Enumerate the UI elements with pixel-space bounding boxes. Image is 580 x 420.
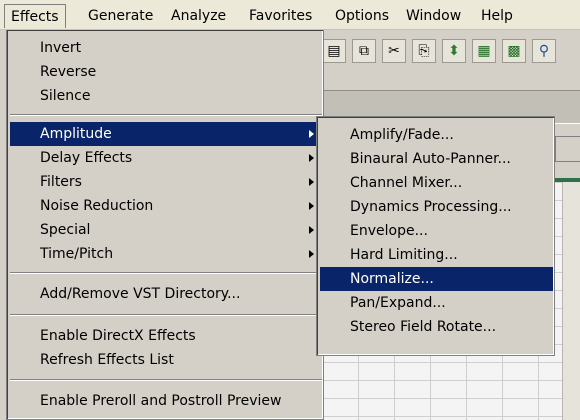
menu-item-special[interactable]: Special xyxy=(10,218,322,242)
submenu-arrow-icon xyxy=(309,178,314,186)
menu-window[interactable]: Window xyxy=(402,6,465,26)
menu-item-label: Special xyxy=(40,222,91,238)
menu-item-reverse[interactable]: Reverse xyxy=(10,60,322,84)
menu-options[interactable]: Options xyxy=(331,6,393,26)
submenu-item-hard-limiting[interactable]: Hard Limiting... xyxy=(320,243,553,267)
amplitude-submenu: Amplify/Fade... Binaural Auto-Panner... … xyxy=(316,116,555,356)
submenu-arrow-icon xyxy=(309,226,314,234)
panel-button[interactable] xyxy=(555,136,580,162)
waveform-icon: ▩ xyxy=(507,43,521,59)
toolbar-button-1[interactable]: ▤ xyxy=(322,39,346,63)
submenu-item-dynamics-processing[interactable]: Dynamics Processing... xyxy=(320,195,553,219)
effects-menu: Invert Reverse Silence Amplitude Delay E… xyxy=(6,30,324,420)
copy-button[interactable]: ⧉ xyxy=(352,39,376,63)
submenu-item-channel-mixer[interactable]: Channel Mixer... xyxy=(320,171,553,195)
mix-paste-button[interactable]: ⬍ xyxy=(442,39,466,63)
trim-icon: ▦ xyxy=(477,43,491,59)
menu-item-enable-directx[interactable]: Enable DirectX Effects xyxy=(10,324,322,348)
menu-bar: Effects Generate Analyze Favorites Optio… xyxy=(0,0,580,30)
menu-item-label: Filters xyxy=(40,174,82,190)
menu-separator xyxy=(10,379,322,381)
menu-item-time-pitch[interactable]: Time/Pitch xyxy=(10,242,322,266)
submenu-arrow-icon xyxy=(309,154,314,162)
menu-help[interactable]: Help xyxy=(477,6,517,26)
menu-item-label: Delay Effects xyxy=(40,150,133,166)
menu-item-noise-reduction[interactable]: Noise Reduction xyxy=(10,194,322,218)
menu-separator xyxy=(10,114,322,116)
vertical-scrollbar[interactable] xyxy=(562,182,580,420)
submenu-arrow-icon xyxy=(309,250,314,258)
menu-favorites[interactable]: Favorites xyxy=(245,6,316,26)
menu-item-enable-preroll[interactable]: Enable Preroll and Postroll Preview xyxy=(10,389,322,413)
menu-item-refresh-effects[interactable]: Refresh Effects List xyxy=(10,348,322,372)
menu-effects[interactable]: Effects xyxy=(4,4,66,28)
submenu-item-pan-expand[interactable]: Pan/Expand... xyxy=(320,291,553,315)
clipboard-icon: ⎘ xyxy=(418,43,430,59)
mix-paste-icon: ⬍ xyxy=(448,43,460,59)
menu-separator xyxy=(10,272,322,274)
menu-item-label: Time/Pitch xyxy=(40,246,114,262)
submenu-item-binaural-auto-panner[interactable]: Binaural Auto-Panner... xyxy=(320,147,553,171)
menu-item-invert[interactable]: Invert xyxy=(10,36,322,60)
menu-separator xyxy=(10,314,322,316)
submenu-arrow-icon xyxy=(309,130,314,138)
toolbar-icon: ▤ xyxy=(327,43,341,59)
zoom-icon: ⚲ xyxy=(538,43,550,59)
submenu-item-stereo-field-rotate[interactable]: Stereo Field Rotate... xyxy=(320,315,553,339)
menu-item-add-remove-vst[interactable]: Add/Remove VST Directory... xyxy=(10,282,322,306)
menu-item-label: Amplitude xyxy=(40,126,112,142)
copy-icon: ⧉ xyxy=(359,43,369,59)
waveform-button[interactable]: ▩ xyxy=(502,39,526,63)
submenu-item-envelope[interactable]: Envelope... xyxy=(320,219,553,243)
toolbar: ▤ ⧉ ✂ ⎘ ⬍ ▦ ▩ ⚲ xyxy=(322,34,580,64)
cut-button[interactable]: ✂ xyxy=(382,39,406,63)
menu-item-label: Noise Reduction xyxy=(40,198,154,214)
menu-generate[interactable]: Generate xyxy=(84,6,157,26)
submenu-arrow-icon xyxy=(309,202,314,210)
menu-item-filters[interactable]: Filters xyxy=(10,170,322,194)
zoom-button[interactable]: ⚲ xyxy=(532,39,556,63)
trim-button[interactable]: ▦ xyxy=(472,39,496,63)
scissors-icon: ✂ xyxy=(388,43,400,59)
menu-item-amplitude[interactable]: Amplitude xyxy=(10,122,322,146)
submenu-item-amplify-fade[interactable]: Amplify/Fade... xyxy=(320,123,553,147)
submenu-item-normalize[interactable]: Normalize... xyxy=(320,267,553,291)
paste-button[interactable]: ⎘ xyxy=(412,39,436,63)
menu-item-delay-effects[interactable]: Delay Effects xyxy=(10,146,322,170)
menu-item-silence[interactable]: Silence xyxy=(10,84,322,108)
menu-analyze[interactable]: Analyze xyxy=(167,6,230,26)
